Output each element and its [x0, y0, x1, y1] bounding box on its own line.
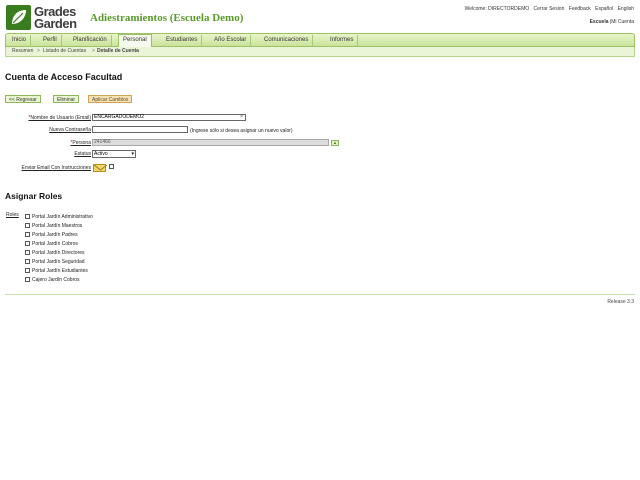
tab-estudiantes[interactable]: Estudiantes: [162, 35, 203, 46]
person-label: *Persona: [10, 140, 91, 146]
role-checkbox[interactable]: [25, 250, 30, 256]
person-field: 241466: [92, 139, 329, 146]
breadcrumb: Resumen > Listado de Cuentas > Detalle d…: [5, 47, 635, 57]
role-label: Portal Jardín Padres: [32, 232, 78, 238]
lang-spanish-link[interactable]: Español: [595, 6, 613, 12]
role-checkbox[interactable]: [25, 223, 30, 229]
lang-english-link[interactable]: English: [618, 6, 634, 12]
email-envelope-icon: [93, 164, 108, 172]
breadcrumb-listado[interactable]: Listado de Cuentas: [43, 48, 86, 54]
logout-link[interactable]: Cerrar Sesion: [534, 6, 565, 12]
role-label: Portal Jardín Directores: [32, 250, 85, 256]
back-button[interactable]: << Regresar: [5, 95, 41, 103]
role-item: Portal Jardín Directores: [25, 250, 85, 256]
role-item: Portal Jardín Maestros: [25, 223, 82, 229]
delete-button[interactable]: Eliminar: [53, 95, 80, 103]
page-title: Cuenta de Acceso Facultad: [5, 72, 123, 82]
password-hint: (Ingrese sólo si desea asignar un nuevo …: [190, 128, 293, 134]
username-value: ENCARGADODEMO2: [94, 114, 145, 120]
school-nav: Escuela |Mi Cuenta: [590, 19, 634, 25]
role-label: Cajero Jardín Cobros: [32, 277, 80, 283]
app-title: Adiestramientos (Escuela Demo): [90, 12, 244, 24]
role-label: Portal Jardín Cobros: [32, 241, 78, 247]
tab-inicio[interactable]: Inicio: [8, 35, 32, 46]
role-checkbox[interactable]: [25, 214, 30, 220]
role-label: Portal Jardín Estudiantes: [32, 268, 88, 274]
my-account-link[interactable]: Mi Cuenta: [611, 19, 634, 25]
top-nav: Welcome: DIRECTORDEMO Cerrar Sesion Feed…: [462, 6, 634, 12]
breadcrumb-separator: >: [37, 48, 40, 54]
role-item: Portal Jardín Estudiantes: [25, 268, 88, 274]
role-item: Portal Jardín Cobros: [25, 241, 78, 247]
footer-divider: [5, 294, 635, 295]
username-field[interactable]: ENCARGADODEMO2 ×: [92, 114, 246, 121]
role-item: Portal Jardín Seguridad: [25, 259, 85, 265]
password-field[interactable]: [92, 126, 188, 133]
welcome-text: Welcome: DIRECTORDEMO: [464, 6, 530, 12]
clear-icon[interactable]: ×: [240, 115, 243, 120]
role-item: Portal Jardín Administrativo: [25, 214, 93, 220]
role-item: Cajero Jardín Cobros: [25, 277, 80, 283]
role-label: Portal Jardín Administrativo: [32, 214, 93, 220]
role-item: Portal Jardín Padres: [25, 232, 78, 238]
person-label-text: Persona: [72, 140, 91, 146]
apply-changes-button[interactable]: Aplicar Cambios: [88, 95, 133, 103]
person-lookup-icon[interactable]: ▲: [331, 140, 339, 146]
username-label: *Nombre de Usuario (Email): [10, 115, 91, 121]
tab-planificacion[interactable]: Planificación: [69, 35, 112, 46]
role-checkbox[interactable]: [25, 259, 30, 265]
status-label: Estatus: [74, 151, 91, 157]
status-select[interactable]: Activo ▾: [92, 150, 136, 158]
roles-label: Roles: [6, 212, 19, 218]
logo: Grades Garden: [6, 4, 82, 31]
leaf-logo-icon: [6, 5, 31, 30]
password-label: Nueva Contraseña: [49, 127, 91, 133]
breadcrumb-detalle: Detalle de Cuenta: [97, 48, 139, 54]
tab-informes[interactable]: Informes: [326, 35, 359, 46]
breadcrumb-resumen[interactable]: Resumen: [12, 48, 33, 54]
role-checkbox[interactable]: [25, 241, 30, 247]
logo-text-line2: Garden: [34, 16, 77, 31]
breadcrumb-separator: >: [92, 48, 95, 54]
role-checkbox[interactable]: [25, 232, 30, 238]
main-tab-bar: Inicio Perfil Planificación Personal Est…: [5, 33, 635, 47]
release-version: Release 3.3: [607, 299, 634, 305]
feedback-link[interactable]: Feedback: [569, 6, 591, 12]
send-email-label: Enviar Email Con Instrucciones: [21, 165, 91, 171]
role-label: Portal Jardín Maestros: [32, 223, 83, 229]
send-email-checkbox[interactable]: [109, 164, 114, 169]
role-checkbox[interactable]: [25, 277, 30, 283]
tab-perfil[interactable]: Perfil: [39, 35, 62, 46]
role-label: Portal Jardín Seguridad: [32, 259, 85, 265]
status-value: Activo: [94, 151, 108, 157]
tab-ano-escolar[interactable]: Año Escolar: [210, 35, 252, 46]
assign-roles-title: Asignar Roles: [5, 191, 63, 201]
chevron-down-icon: ▾: [131, 151, 134, 157]
tab-comunicaciones[interactable]: Comunicaciones: [260, 35, 314, 46]
role-checkbox[interactable]: [25, 268, 30, 274]
school-link[interactable]: Escuela: [590, 19, 609, 25]
tab-personal[interactable]: Personal: [118, 34, 152, 47]
username-label-text: Nombre de Usuario (Email): [30, 115, 91, 121]
